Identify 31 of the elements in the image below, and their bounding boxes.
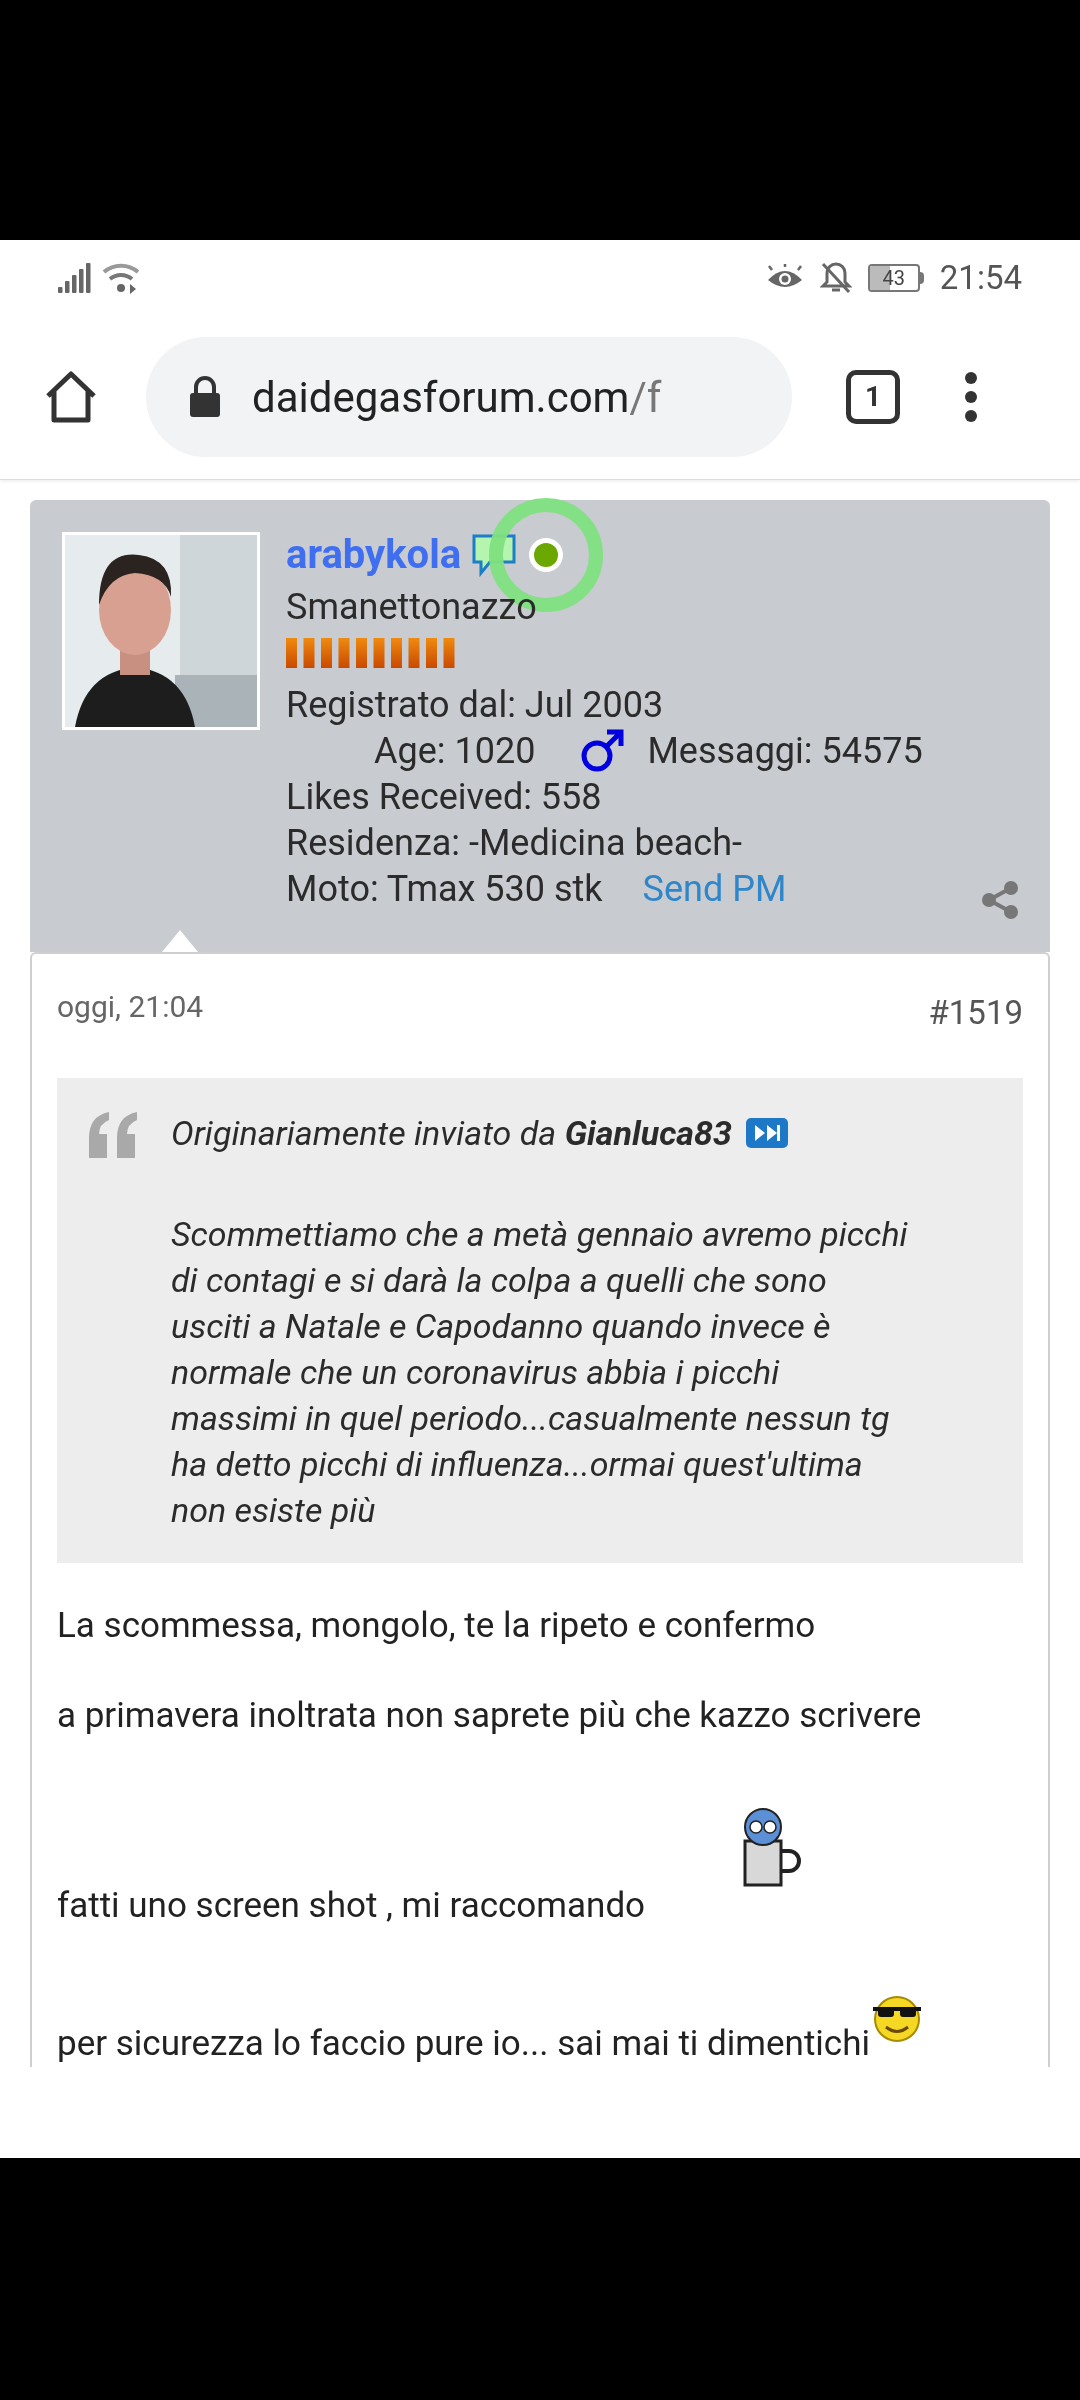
motorcycle-text: Moto: Tmax 530 stk xyxy=(286,867,603,912)
post-number: #1519 xyxy=(928,992,1023,1034)
menu-icon[interactable] xyxy=(964,371,978,423)
messages-count: Messaggi: 54575 xyxy=(647,729,923,774)
wifi-icon xyxy=(102,261,142,294)
post-paragraph: per sicurezza lo faccio pure io... sai mai ti dimentichi xyxy=(57,2021,870,2066)
quote-attribution: Originariamente inviato da Gianluca83 xyxy=(171,1111,732,1155)
view-post-icon[interactable] xyxy=(745,1118,788,1148)
post-paragraph: fatti uno screen shot , mi raccomando xyxy=(57,1883,647,1928)
home-icon[interactable] xyxy=(44,370,98,424)
tab-switcher-button[interactable]: 1 xyxy=(846,370,900,424)
url-text: daidegasforum.com/f xyxy=(252,371,662,424)
share-icon[interactable] xyxy=(980,880,1020,920)
signal-icon xyxy=(58,262,94,293)
muted-bell-icon xyxy=(819,260,852,295)
user-title: Smanettonazzo xyxy=(286,585,538,630)
post-paragraph: a primavera inoltrata non saprete più che kazzo scrivere xyxy=(57,1693,923,1738)
speech-bubble-icon[interactable] xyxy=(471,533,518,577)
registration-date: Registrato dal: Jul 2003 xyxy=(286,683,665,728)
clock: 21:54 xyxy=(939,256,1022,299)
address-bar[interactable]: daidegasforum.com/f xyxy=(146,337,792,457)
lock-icon xyxy=(188,376,222,418)
post-date: oggi, 21:04 xyxy=(57,988,204,1026)
post-paragraph: La scommessa, mongolo, te la ripeto e confermo xyxy=(57,1603,817,1648)
likes-received: Likes Received: 558 xyxy=(286,775,603,820)
quote-mark-icon xyxy=(87,1111,139,1158)
age-text: Age: 1020 xyxy=(374,729,536,774)
quote-text: Scommettiamo che a metà gennaio avremo picchi di contagi e si darà la colpa a quelli che sono usciti a Natale e Capodanno quando invece è normale che un coronavirus abbia i picchi massimi in quel periodo...casualmente nessun tg ha detto picchi di influenza...ormai quest'ultima non esiste più xyxy=(171,1212,909,1532)
male-icon xyxy=(579,728,626,774)
battery-level: 43 xyxy=(882,267,906,288)
residence-text: Residenza: -Medicina beach- xyxy=(286,821,743,866)
